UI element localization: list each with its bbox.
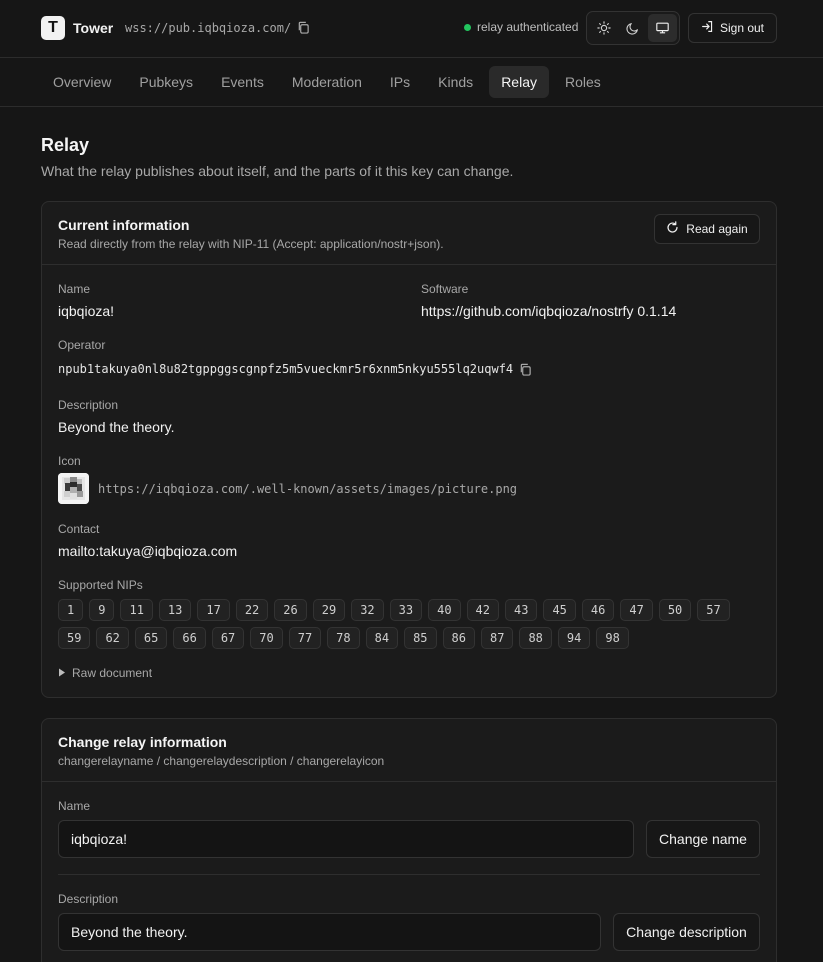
nip-badge: 33	[389, 599, 423, 621]
nip-badge: 59	[58, 627, 91, 649]
refresh-icon	[666, 221, 679, 237]
change-description-button[interactable]: Change description	[613, 913, 760, 951]
change-info-description: changerelayname / changerelaydescription…	[58, 754, 385, 768]
nip-badge: 50	[658, 599, 692, 621]
nip-badge: 85	[404, 627, 437, 649]
nip-badge: 84	[365, 627, 399, 649]
copy-icon[interactable]	[519, 363, 533, 377]
nip-badge: 32	[351, 599, 384, 621]
nip-badge: 98	[596, 627, 629, 649]
tab-kinds[interactable]: Kinds	[426, 66, 485, 98]
moon-icon[interactable]	[618, 14, 647, 42]
monitor-icon[interactable]	[647, 14, 677, 42]
sign-out-label: Sign out	[719, 21, 765, 35]
software-value: https://github.com/iqbqioza/nostrfy 0.1.…	[421, 303, 677, 319]
nip-badge: 40	[428, 599, 461, 621]
read-again-button[interactable]: Read again	[654, 214, 760, 244]
nip-badge: 88	[519, 627, 552, 649]
current-info-description: Read directly from the relay with NIP-11…	[58, 237, 444, 251]
top-bar: T Tower wss://pub.iqbqioza.com/ relay au…	[0, 0, 823, 58]
change-name-button[interactable]: Change name	[646, 820, 760, 858]
tab-overview[interactable]: Overview	[41, 66, 123, 98]
change-description-label: Description	[58, 892, 119, 906]
sign-out-button[interactable]: Sign out	[688, 13, 777, 43]
raw-document-label: Raw document	[72, 666, 153, 680]
description-value: Beyond the theory.	[58, 419, 175, 435]
nip-badge: 43	[505, 599, 538, 621]
current-info-title: Current information	[58, 217, 190, 233]
auth-status: relay authenticated	[464, 20, 578, 34]
nip-badge: 47	[620, 599, 653, 621]
change-info-card: Change relay information changerelayname…	[41, 718, 777, 962]
tab-ips[interactable]: IPs	[378, 66, 422, 98]
description-label: Description	[58, 398, 119, 412]
tab-relay[interactable]: Relay	[489, 66, 549, 98]
read-again-label: Read again	[686, 222, 748, 236]
current-info-card: Current information Read directly from t…	[41, 201, 777, 698]
tab-roles[interactable]: Roles	[553, 66, 613, 98]
page-subtitle: What the relay publishes about itself, a…	[41, 163, 514, 179]
nip-badge: 26	[274, 599, 307, 621]
tab-moderation[interactable]: Moderation	[280, 66, 374, 98]
operator-label: Operator	[58, 338, 106, 352]
nip-badge: 87	[480, 627, 514, 649]
nip-badge: 57	[697, 599, 730, 621]
sign-out-icon	[701, 20, 714, 36]
page-title: Relay	[41, 135, 90, 155]
operator-value: npub1takuya0nl8u82tgppggscgnpfz5m5vueckm…	[58, 362, 514, 376]
icon-url: https://iqbqioza.com/.well-known/assets/…	[98, 482, 518, 496]
nip-badge: 62	[96, 627, 129, 649]
copy-icon[interactable]	[297, 21, 311, 35]
tab-events[interactable]: Events	[209, 66, 276, 98]
nip-badge: 42	[466, 599, 499, 621]
nip-badge: 29	[312, 599, 346, 621]
app-logo: T	[41, 16, 65, 40]
nip-badge: 45	[543, 599, 576, 621]
icon-label: Icon	[58, 454, 81, 468]
nip-badge: 22	[235, 599, 269, 621]
tab-pubkeys[interactable]: Pubkeys	[127, 66, 205, 98]
sun-icon[interactable]	[589, 14, 618, 42]
relay-icon-image	[58, 473, 89, 504]
nip-badge: 70	[250, 627, 283, 649]
main-nav: Overview Pubkeys Events Moderation IPs K…	[0, 58, 823, 107]
description-input[interactable]	[58, 913, 601, 951]
nip-badge: 46	[581, 599, 615, 621]
app-name: Tower	[73, 20, 114, 36]
caret-right-icon	[58, 666, 66, 680]
status-dot	[464, 23, 471, 31]
nip-badge: 86	[442, 627, 475, 649]
nip-badge: 78	[327, 627, 360, 649]
nips-label: Supported NIPs	[58, 578, 143, 592]
software-label: Software	[421, 282, 469, 296]
name-value: iqbqioza!	[58, 303, 115, 319]
contact-label: Contact	[58, 522, 100, 536]
nip-badge: 9	[89, 599, 115, 621]
nip-badge: 94	[557, 627, 591, 649]
auth-status-text: relay authenticated	[477, 20, 579, 34]
change-info-title: Change relay information	[58, 734, 227, 750]
raw-document-toggle[interactable]: Raw document	[58, 666, 152, 680]
change-name-label: Name	[58, 799, 91, 813]
nip-badge: 1	[58, 599, 84, 621]
nip-badge: 17	[197, 599, 230, 621]
contact-value: mailto:takuya@iqbqioza.com	[58, 543, 238, 559]
nip-badge: 66	[173, 627, 206, 649]
theme-switcher	[586, 11, 680, 45]
nip-badge: 13	[158, 599, 192, 621]
divider	[58, 874, 760, 875]
nip-badge: 77	[288, 627, 322, 649]
name-input[interactable]	[58, 820, 634, 858]
relay-url: wss://pub.iqbqioza.com/	[125, 21, 292, 35]
nips-list: 1 9 11 13 17 22 26 29 32 33 40 42 43 45 46 47 50 57 59 62 65…	[58, 599, 748, 655]
nip-badge: 65	[134, 627, 168, 649]
nip-badge: 67	[211, 627, 245, 649]
nip-badge: 11	[120, 599, 153, 621]
name-label: Name	[58, 282, 91, 296]
